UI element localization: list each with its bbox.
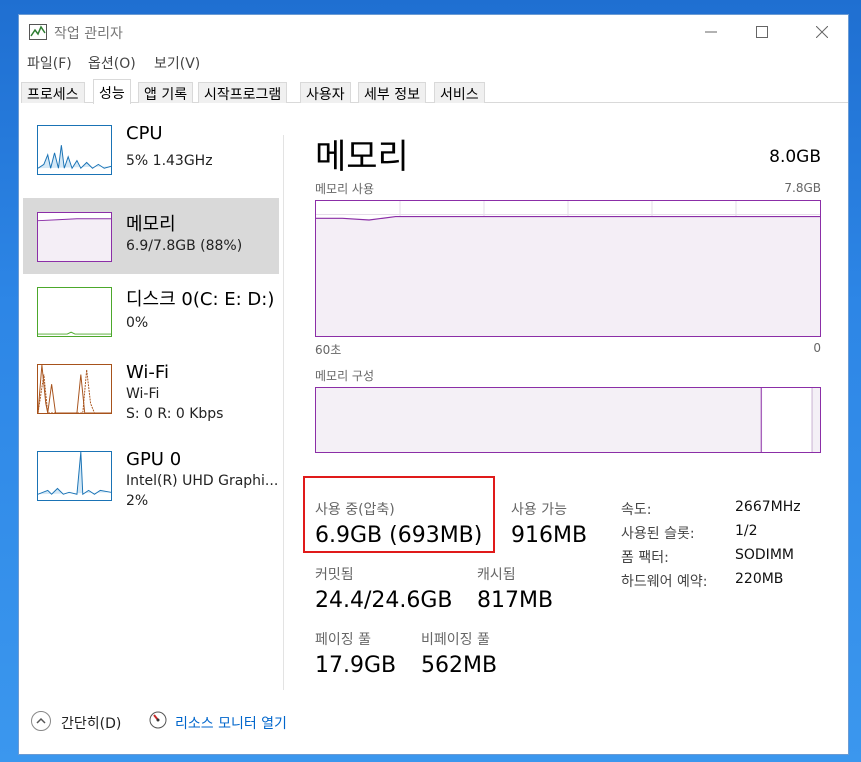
window-title: 작업 관리자 (54, 26, 123, 42)
detail-slots-label: 사용된 슬롯: (621, 526, 695, 542)
resource-monitor-icon (149, 711, 167, 729)
menu-view[interactable]: 보기(V) (154, 53, 200, 73)
detail-speed-value: 2667MHz (735, 499, 801, 515)
stat-cached-value: 817MB (477, 588, 554, 613)
sidebar-item-usage: 2% (126, 493, 149, 509)
sidebar-item-title: CPU (126, 123, 163, 144)
tab-users[interactable]: 사용자 (300, 82, 351, 103)
sidebar-item-title: 디스크 0(C: E: D:) (126, 289, 275, 310)
fewer-details-button[interactable] (31, 711, 51, 731)
memory-composition-bar (315, 387, 821, 453)
stat-available-value: 916MB (511, 523, 588, 548)
memory-total: 8.0GB (769, 147, 821, 167)
composition-label: 메모리 구성 (315, 369, 375, 383)
maximize-icon (756, 26, 768, 38)
fewer-details-label[interactable]: 간단히(D) (61, 713, 121, 733)
open-resource-monitor-link[interactable]: 리소스 모니터 열기 (175, 713, 287, 733)
sidebar-item-cpu[interactable]: CPU 5% 1.43GHz (23, 111, 279, 187)
tab-details[interactable]: 세부 정보 (358, 82, 426, 103)
stat-available-label: 사용 가능 (511, 502, 567, 518)
tab-processes[interactable]: 프로세스 (21, 82, 85, 103)
footer-bar: 간단히(D) 리소스 모니터 열기 (19, 705, 848, 745)
title-bar: 작업 관리자 (19, 15, 848, 49)
sidebar-item-memory[interactable]: 메모리 6.9/7.8GB (88%) (23, 198, 279, 274)
stat-committed-value: 24.4/24.6GB (315, 588, 453, 613)
sidebar-item-gpu[interactable]: GPU 0 Intel(R) UHD Graphi... 2% (23, 437, 279, 513)
in-use-highlight-box (303, 476, 495, 553)
composition-standby (762, 388, 813, 452)
maximize-button[interactable] (739, 15, 785, 49)
task-manager-icon (29, 24, 47, 40)
menu-file[interactable]: 파일(F) (27, 53, 72, 73)
memory-thumbnail-graph (37, 212, 112, 262)
usage-graph-label: 메모리 사용 (315, 182, 375, 196)
detail-hardware-reserved-value: 220MB (735, 571, 784, 587)
sidebar-item-detail: 0% (126, 315, 149, 331)
gpu-thumbnail-graph (37, 451, 112, 501)
composition-in-use (316, 388, 762, 452)
sidebar-item-disk[interactable]: 디스크 0(C: E: D:) 0% (23, 273, 279, 349)
tab-strip: 프로세스 성능 앱 기록 시작프로그램 사용자 세부 정보 서비스 (21, 79, 848, 104)
detail-form-factor-label: 폼 팩터: (621, 550, 669, 566)
close-icon (816, 26, 828, 38)
stat-committed-label: 커밋됨 (315, 567, 354, 583)
close-button[interactable] (799, 15, 845, 49)
detail-hardware-reserved-label: 하드웨어 예약: (621, 574, 708, 590)
stat-nonpaged-pool-value: 562MB (421, 653, 498, 678)
sidebar-item-title: GPU 0 (126, 449, 182, 470)
minimize-icon (705, 31, 717, 33)
sidebar-item-detail: 5% 1.43GHz (126, 153, 213, 169)
tab-app-history[interactable]: 앱 기록 (138, 82, 194, 103)
sidebar-item-throughput: S: 0 R: 0 Kbps (126, 406, 224, 422)
detail-slots-value: 1/2 (735, 523, 758, 539)
menu-options[interactable]: 옵션(O) (88, 53, 136, 73)
stat-paged-pool-label: 페이징 풀 (315, 632, 371, 648)
menu-bar: 파일(F) 옵션(O) 보기(V) (19, 51, 848, 73)
stat-nonpaged-pool-label: 비페이징 풀 (421, 632, 490, 648)
wifi-thumbnail-graph (37, 364, 112, 414)
detail-speed-label: 속도: (621, 502, 652, 518)
stat-paged-pool-value: 17.9GB (315, 653, 397, 678)
panel-divider (283, 135, 284, 690)
usage-series-fill (316, 216, 820, 336)
tab-startup[interactable]: 시작프로그램 (198, 82, 288, 103)
page-title: 메모리 (315, 137, 409, 177)
sidebar-item-wifi[interactable]: Wi-Fi Wi-Fi S: 0 R: 0 Kbps (23, 350, 279, 426)
sidebar-item-detail: 6.9/7.8GB (88%) (126, 238, 243, 254)
cpu-thumbnail-graph (37, 125, 112, 175)
graph-time-right: 0 (813, 341, 821, 355)
memory-usage-graph (315, 200, 821, 337)
sidebar-item-detail: Wi-Fi (126, 386, 160, 402)
sidebar-item-title: Wi-Fi (126, 362, 169, 383)
chevron-up-icon (36, 717, 46, 724)
sidebar-item-title: 메모리 (126, 214, 176, 235)
disk-thumbnail-graph (37, 287, 112, 337)
tab-services[interactable]: 서비스 (434, 82, 485, 103)
stat-cached-label: 캐시됨 (477, 567, 516, 583)
detail-form-factor-value: SODIMM (735, 547, 794, 563)
tab-performance[interactable]: 성능 (93, 79, 131, 104)
minimize-button[interactable] (688, 15, 734, 49)
task-manager-window: 작업 관리자 파일(F) 옵션(O) 보기(V) 프로세스 성능 앱 기록 시작… (18, 14, 849, 755)
graph-time-left: 60초 (315, 343, 342, 357)
usage-graph-max: 7.8GB (784, 181, 821, 195)
sidebar-item-detail: Intel(R) UHD Graphi... (126, 473, 279, 489)
